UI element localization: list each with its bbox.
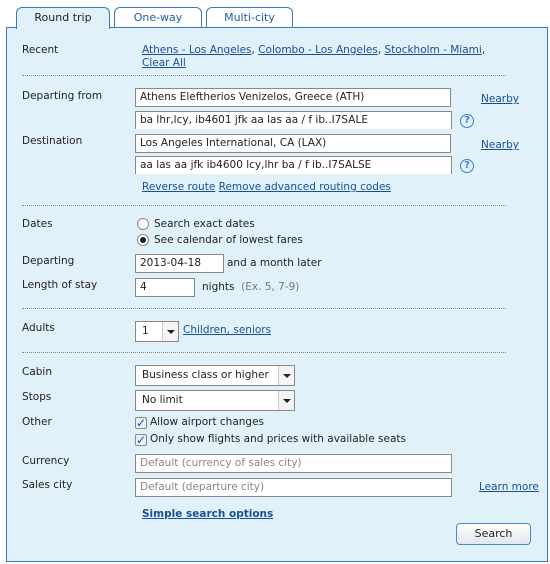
children-seniors-link[interactable]: Children, seniors [183,324,271,337]
calendar-fares-label[interactable]: See calendar of lowest fares [154,234,303,247]
available-seats-label[interactable]: Only show flights and prices with availa… [150,433,406,446]
nearby-origin-link[interactable]: Nearby [481,93,519,106]
recent-link[interactable]: Colombo - Los Angeles [258,44,378,56]
departing-from-input[interactable]: Athens Eleftherios Venizelos, Greece (AT… [135,88,451,107]
clear-all-link[interactable]: Clear All [142,57,186,69]
recent-searches: Athens - Los Angeles, Colombo - Los Ange… [142,44,486,56]
recent-link[interactable]: Athens - Los Angeles [142,44,252,56]
adults-value: 1 [142,325,149,337]
departing-label: Departing [22,255,75,267]
cabin-label: Cabin [22,366,53,378]
simple-search-options-link[interactable]: Simple search options [142,508,273,521]
chevron-down-icon [278,366,294,385]
origin-routing-codes-input[interactable]: ba lhr,lcy, ib4601 jfk aa las aa / f ib.… [135,111,452,129]
destination-routing-codes-input[interactable]: aa las aa jfk ib4600 lcy,lhr ba / f ib..… [135,156,452,174]
dates-label: Dates [22,218,53,230]
calendar-fares-radio[interactable] [137,234,149,246]
exact-dates-label[interactable]: Search exact dates [154,218,255,231]
divider [22,352,506,353]
adults-select[interactable]: 1 [135,321,179,342]
nearby-destination-link[interactable]: Nearby [481,139,519,152]
exact-dates-radio[interactable] [137,218,149,230]
allow-airport-changes-label[interactable]: Allow airport changes [150,416,264,429]
adults-label: Adults [22,322,55,334]
length-of-stay-input[interactable]: 4 [135,278,195,297]
help-icon[interactable]: ? [460,159,474,173]
chevron-down-icon [162,322,178,341]
divider [22,308,506,309]
allow-airport-changes-checkbox[interactable]: ✓ [135,417,147,429]
destination-label: Destination [22,135,83,147]
stops-value: No limit [142,394,183,406]
search-button[interactable]: Search [456,523,531,545]
chevron-down-icon [278,391,294,410]
departing-suffix: and a month later [227,257,322,269]
destination-input[interactable]: Los Angeles International, CA (LAX) [135,134,451,153]
cabin-value: Business class or higher [142,369,269,381]
currency-label: Currency [22,455,70,467]
available-seats-checkbox[interactable]: ✓ [135,434,147,446]
learn-more-link[interactable]: Learn more [479,481,539,494]
tab-round-trip[interactable]: Round trip [16,7,110,29]
divider [22,75,506,76]
recent-label: Recent [22,44,59,56]
nights-label: nights [202,281,235,293]
reverse-route-link[interactable]: Reverse route [142,181,215,193]
currency-input[interactable]: Default (currency of sales city) [135,454,452,473]
stops-label: Stops [22,391,52,403]
sales-city-input[interactable]: Default (departure city) [135,478,452,497]
tab-multi-city[interactable]: Multi-city [206,7,293,28]
remove-routing-codes-link[interactable]: Remove advanced routing codes [219,181,391,193]
departing-from-label: Departing from [22,90,103,102]
departing-date-input[interactable]: 2013-04-18 [135,254,224,273]
sales-city-label: Sales city [22,479,73,491]
recent-link[interactable]: Stockholm - Miami [385,44,482,56]
other-label: Other [22,416,52,428]
stops-select[interactable]: No limit [135,390,295,411]
divider [22,205,506,206]
length-of-stay-label: Length of stay [22,279,98,291]
help-icon[interactable]: ? [460,114,474,128]
cabin-select[interactable]: Business class or higher [135,365,295,386]
tab-one-way[interactable]: One-way [114,7,202,28]
stay-hint: (Ex. 5, 7-9) [241,281,300,293]
